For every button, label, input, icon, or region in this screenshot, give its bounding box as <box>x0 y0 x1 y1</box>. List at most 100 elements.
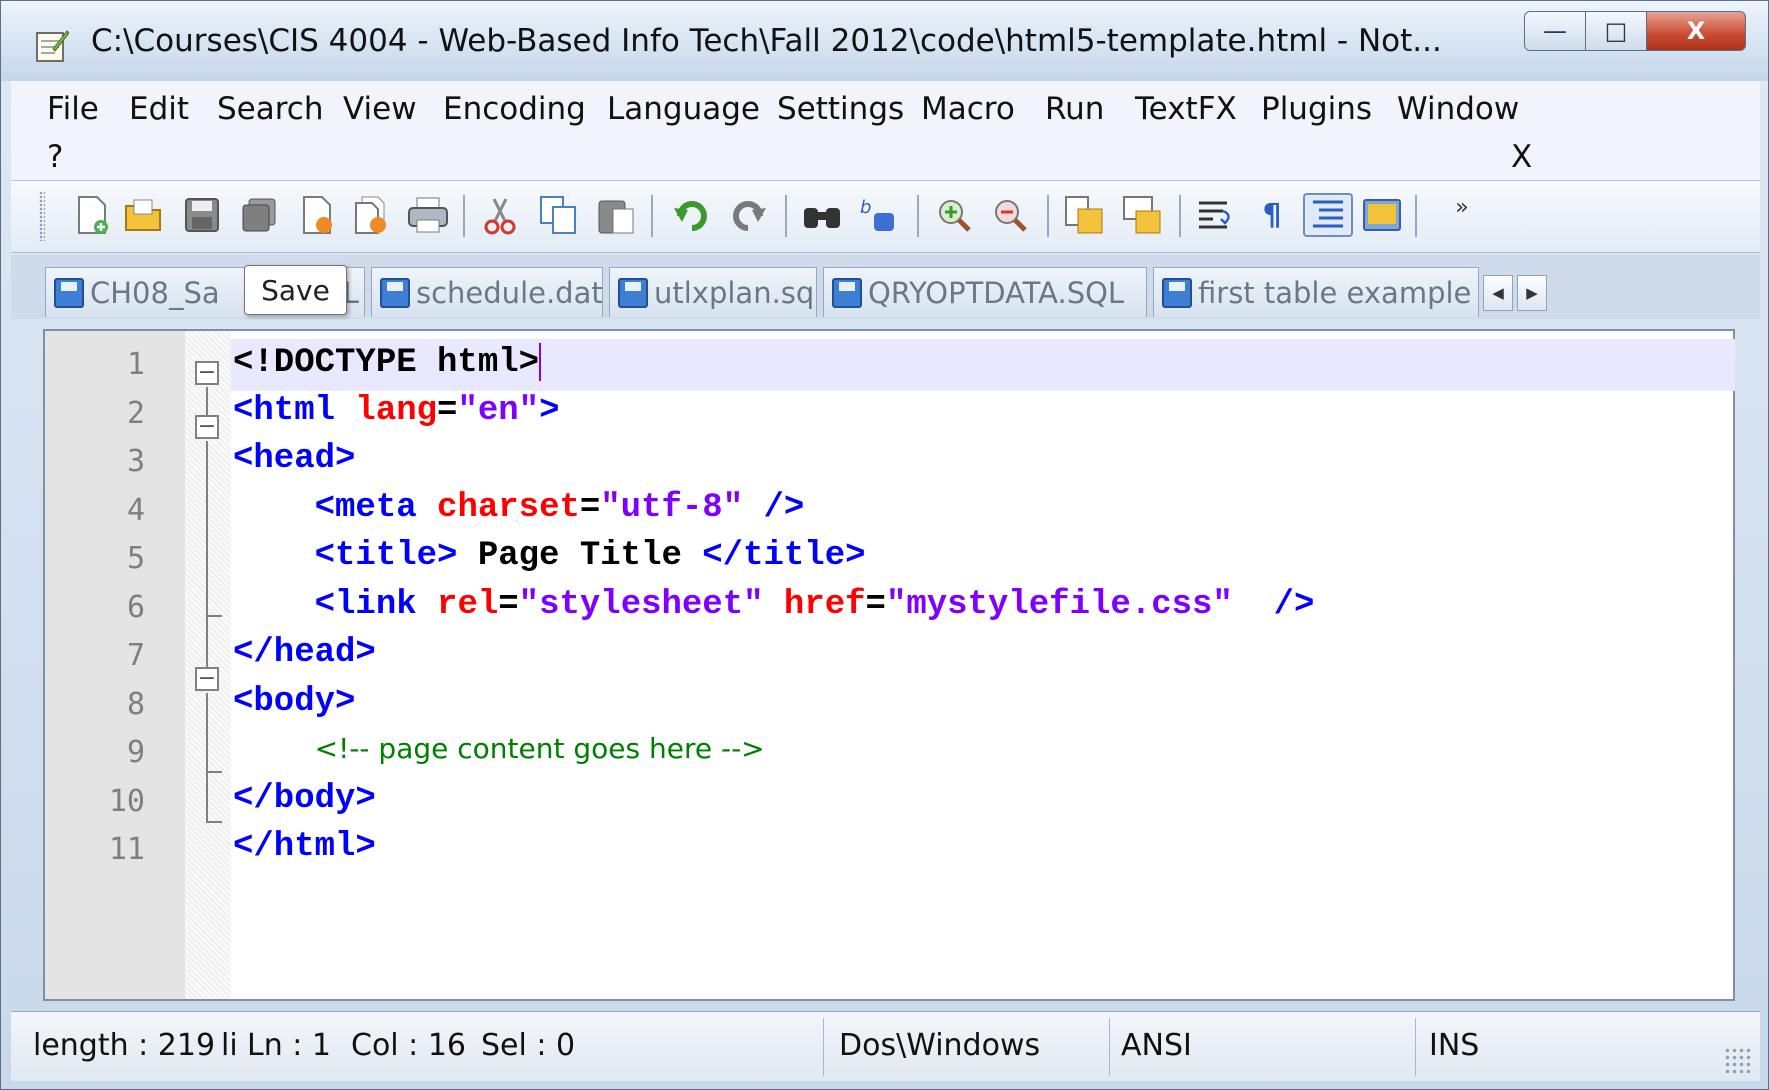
status-divider <box>1415 1018 1416 1076</box>
close-button[interactable]: X <box>1646 11 1746 51</box>
code-token: </html> <box>233 828 376 866</box>
status-bar: length : 219 li Ln : 1 Col : 16 Sel : 0 … <box>11 1011 1760 1081</box>
zoom-out-icon[interactable] <box>989 193 1031 237</box>
code-line[interactable]: 1 <!DOCTYPE html> <box>45 339 1733 393</box>
redo-icon[interactable] <box>727 193 769 237</box>
code-line[interactable]: 5 <title> Page Title </title> <box>45 533 1733 587</box>
close-icon[interactable] <box>297 193 339 237</box>
print-icon[interactable] <box>407 193 449 237</box>
save-icon[interactable] <box>181 193 223 237</box>
menu-textfx[interactable]: TextFX <box>1135 91 1237 127</box>
code-line[interactable]: 6 <link rel="stylesheet" href="mystylefi… <box>45 582 1733 636</box>
undo-icon[interactable] <box>671 193 713 237</box>
overflow-chevron-icon[interactable]: » <box>1441 185 1483 229</box>
code-text: <meta charset="utf-8" /> <box>233 488 805 527</box>
word-wrap-icon[interactable] <box>1195 193 1237 237</box>
minimize-button[interactable]: — <box>1524 11 1586 51</box>
menu-edit[interactable]: Edit <box>129 91 189 127</box>
code-text: <body> <box>233 683 355 721</box>
status-eol-format: Dos\Windows <box>839 1028 1041 1063</box>
fold-toggle-html[interactable]: − <box>195 361 219 385</box>
close-document-button[interactable]: X <box>1511 139 1532 175</box>
tab-scroll-right-button[interactable]: ▶ <box>1517 275 1547 311</box>
code-token: "en" <box>457 391 540 430</box>
menu-macro[interactable]: Macro <box>921 91 1015 127</box>
menu-file[interactable]: File <box>47 91 99 127</box>
code-token: = <box>865 585 886 624</box>
tab-qryoptdata-sql[interactable]: QRYOPTDATA.SQL <box>823 267 1147 317</box>
code-token: > <box>539 391 560 430</box>
menu-plugins[interactable]: Plugins <box>1261 91 1372 127</box>
floppy-icon <box>54 278 84 308</box>
code-token: </body> <box>233 779 376 818</box>
copy-icon[interactable] <box>537 193 579 237</box>
open-file-icon[interactable] <box>123 193 165 237</box>
toolbar-separator <box>1047 195 1049 237</box>
status-line: Ln : 1 <box>247 1028 331 1063</box>
toolbar-grip[interactable] <box>39 191 45 241</box>
menu-encoding[interactable]: Encoding <box>443 91 586 127</box>
save-all-icon[interactable] <box>239 193 281 237</box>
sync-horizontal-icon[interactable] <box>1121 193 1163 237</box>
line-number: 7 <box>126 638 145 673</box>
code-line[interactable]: 9 <!-- page content goes here --> <box>45 727 1733 781</box>
menu-view[interactable]: View <box>343 91 417 127</box>
resize-grip[interactable] <box>1724 1047 1752 1075</box>
close-all-icon[interactable] <box>351 193 393 237</box>
tab-schedule-dat[interactable]: schedule.dat <box>371 267 603 317</box>
tab-first-table-example[interactable]: first table example - w <box>1153 267 1479 317</box>
menu-search[interactable]: Search <box>217 91 324 127</box>
status-divider <box>823 1018 824 1076</box>
maximize-button[interactable]: □ <box>1585 11 1647 51</box>
menu-run[interactable]: Run <box>1045 91 1104 127</box>
line-number: 11 <box>108 832 145 867</box>
tab-utlxplan-sql[interactable]: utlxplan.sql <box>609 267 817 317</box>
status-divider <box>1109 1018 1110 1076</box>
code-line[interactable]: 2 <html lang="en"> <box>45 388 1733 442</box>
code-line[interactable]: 8 <body> <box>45 679 1733 733</box>
menu-settings[interactable]: Settings <box>777 91 904 127</box>
code-line[interactable]: 11 </html> <box>45 824 1733 878</box>
cut-icon[interactable] <box>479 193 521 237</box>
code-line[interactable]: 3 <head> <box>45 436 1733 490</box>
code-line[interactable]: 4 <meta charset="utf-8" /> <box>45 485 1733 539</box>
show-all-chars-icon[interactable]: ¶ <box>1251 193 1293 237</box>
code-token: <!-- page content goes here --> <box>314 732 765 765</box>
tab-scroll-left-button[interactable]: ◀ <box>1483 275 1513 311</box>
zoom-in-icon[interactable] <box>933 193 975 237</box>
replace-icon[interactable]: b <box>857 193 899 237</box>
code-token: /> <box>743 488 805 527</box>
svg-text:b: b <box>860 197 871 218</box>
code-editor[interactable]: 1 <!DOCTYPE html> 2 <html lang="en"> 3 <head>… <box>43 329 1735 1001</box>
user-define-icon[interactable] <box>1359 193 1405 237</box>
notepad-app-icon <box>36 30 69 62</box>
fold-toggle-head[interactable]: − <box>195 415 219 439</box>
line-number: 10 <box>108 783 145 819</box>
status-lines-clipped: li <box>221 1028 238 1063</box>
window-title: C:\Courses\CIS 4004 - Web-Based Info Tec… <box>91 23 1442 59</box>
toolbar-separator <box>917 195 919 237</box>
code-text: <head> <box>233 440 355 478</box>
tab-label: schedule.dat <box>416 275 603 310</box>
code-token: <body> <box>233 682 356 721</box>
menu-help[interactable]: ? <box>47 139 63 175</box>
tab-label: utlxplan.sql <box>654 275 817 310</box>
code-text: <!DOCTYPE html> <box>233 343 542 382</box>
menu-window[interactable]: Window <box>1397 91 1519 127</box>
title-bar[interactable]: C:\Courses\CIS 4004 - Web-Based Info Tec… <box>1 1 1768 81</box>
code-line[interactable]: 10 </body> <box>45 776 1733 830</box>
code-token: /> <box>1232 585 1315 624</box>
line-number: 2 <box>126 395 145 431</box>
code-text: <link rel="stylesheet" href="mystylefile… <box>233 585 1315 624</box>
new-file-icon[interactable] <box>71 193 113 237</box>
status-column: Col : 16 <box>351 1028 466 1063</box>
indent-guide-icon[interactable] <box>1303 193 1353 237</box>
paste-icon[interactable] <box>595 193 637 237</box>
menu-language[interactable]: Language <box>607 91 760 127</box>
sync-vertical-icon[interactable] <box>1063 193 1105 237</box>
code-line[interactable]: 7 </head> <box>45 630 1733 684</box>
fold-toggle-body[interactable]: − <box>195 667 219 691</box>
fold-line <box>206 771 208 821</box>
code-token: <!DOCTYPE html> <box>233 343 540 382</box>
find-icon[interactable] <box>801 193 843 237</box>
